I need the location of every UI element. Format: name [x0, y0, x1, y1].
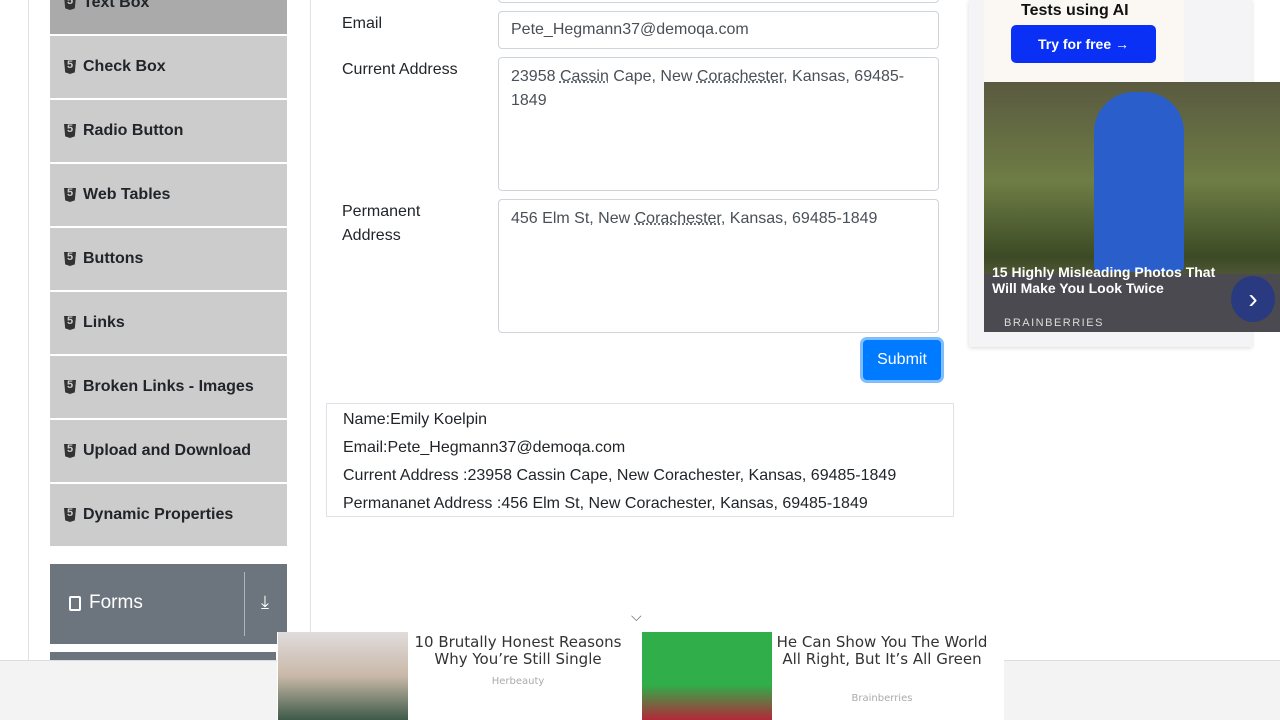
html5-icon — [64, 124, 76, 138]
sidebar-item-broken-links-images[interactable]: Broken Links - Images — [50, 356, 287, 418]
ad-title-2[interactable]: He Can Show You The World All Right, But… — [772, 634, 992, 668]
sidebar-item-label: Links — [83, 314, 125, 331]
ad-card[interactable]: 15 Highly Misleading Photos That Will Ma… — [984, 82, 1280, 332]
group-forms[interactable]: Forms ⤓ — [50, 564, 287, 644]
sidebar-item-web-tables[interactable]: Web Tables — [50, 164, 287, 226]
email-input[interactable]: Pete_Hegmann37@demoqa.com — [498, 11, 939, 49]
output-email: Email:Pete_Hegmann37@demoqa.com — [343, 439, 626, 456]
html5-icon — [64, 188, 76, 202]
download-icon[interactable]: ⤓ — [261, 592, 269, 613]
ad-title-1[interactable]: 10 Brutally Honest Reasons Why You’re St… — [408, 634, 628, 668]
submit-button[interactable]: Submit — [863, 340, 941, 380]
sidebar-item-label: Buttons — [83, 250, 144, 267]
output-box: Name:Emily Koelpin Email:Pete_Hegmann37@… — [326, 403, 954, 517]
sidebar-item-check-box[interactable]: Check Box — [50, 36, 287, 98]
sidebar-item-label: Check Box — [83, 58, 166, 75]
sidebar-item-label: Web Tables — [83, 186, 171, 203]
ad-thumb-2 — [642, 632, 772, 720]
html5-icon — [64, 380, 76, 394]
ad-source: BRAINBERRIES — [1004, 317, 1104, 329]
form-icon — [69, 596, 81, 611]
permanent-address-label: Permanent Address — [342, 203, 421, 244]
html5-icon — [64, 60, 76, 74]
sidebar-item-radio-button[interactable]: Radio Button — [50, 100, 287, 162]
current-address-textarea[interactable]: 23958 Cassin Cape, New Corachester, Kans… — [498, 57, 939, 191]
html5-icon — [64, 444, 76, 458]
sidebar-item-links[interactable]: Links — [50, 292, 287, 354]
next-arrow-icon[interactable]: › — [1231, 276, 1275, 322]
html5-icon — [64, 252, 76, 266]
bottom-ad[interactable]: 10 Brutally Honest Reasons Why You’re St… — [277, 632, 1004, 720]
group-forms-label: Forms — [89, 592, 143, 613]
sidebar-item-buttons[interactable]: Buttons — [50, 228, 287, 290]
sidebar-item-upload-and-download[interactable]: Upload and Download — [50, 420, 287, 482]
sidebar-item-label: Upload and Download — [83, 442, 251, 459]
sidebar-item-label: Radio Button — [83, 122, 184, 139]
ad-source-2: Brainberries — [851, 693, 913, 704]
ad-image — [1094, 92, 1184, 272]
output-name: Name:Emily Koelpin — [343, 411, 488, 428]
ad-headline: 15 Highly Misleading Photos That Will Ma… — [992, 264, 1216, 296]
sidebar-item-label: Text Box — [83, 0, 150, 11]
output-permanent-address: Permananet Address :456 Elm St, New Cora… — [343, 495, 868, 512]
ad-top-text: Tests using AI — [1021, 2, 1129, 19]
sidebar-border — [310, 0, 311, 720]
output-current-address: Current Address :23958 Cassin Cape, New … — [343, 467, 897, 484]
email-label: Email — [342, 15, 383, 32]
sidebar-item-text-box[interactable]: Text Box — [50, 0, 287, 34]
sidebar-item-label: Broken Links - Images — [83, 378, 254, 395]
ad-thumb-1 — [278, 632, 408, 720]
html5-icon — [64, 508, 76, 522]
sidebar-item-dynamic-properties[interactable]: Dynamic Properties — [50, 484, 287, 546]
collapse-chevron-icon[interactable]: ⌵ — [631, 608, 642, 625]
name-input[interactable] — [498, 0, 939, 3]
divider — [244, 572, 245, 636]
html5-icon — [64, 0, 76, 10]
try-for-free-button[interactable]: Try for free → — [1011, 25, 1156, 63]
current-address-label: Current Address — [342, 61, 458, 78]
permanent-address-textarea[interactable]: 456 Elm St, New Corachester, Kansas, 694… — [498, 199, 939, 333]
left-border — [28, 0, 29, 720]
sidebar-item-label: Dynamic Properties — [83, 506, 234, 523]
ad-source-1: Herbeauty — [491, 676, 545, 687]
html5-icon — [64, 316, 76, 330]
